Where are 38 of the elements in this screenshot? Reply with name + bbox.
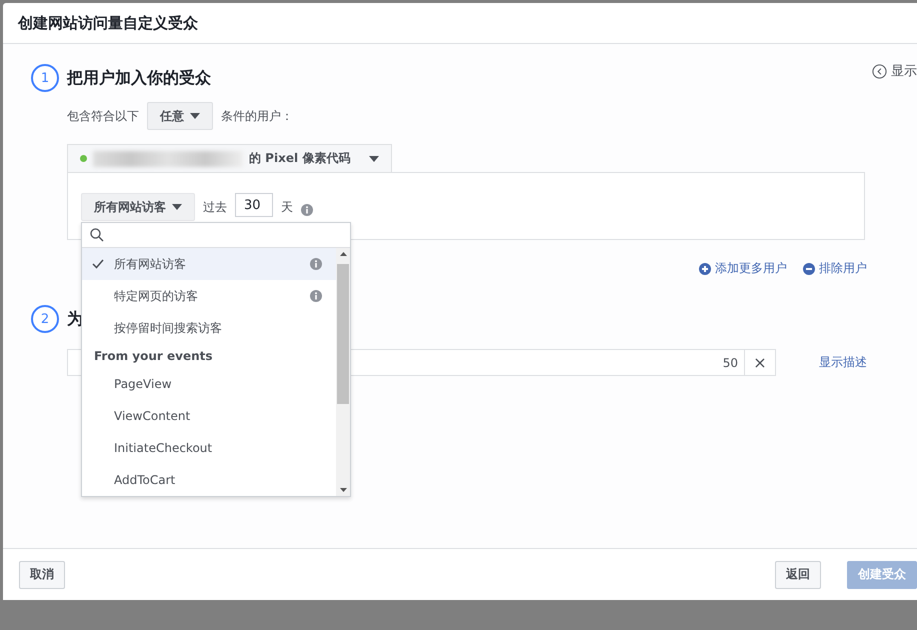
days-unit: 天	[281, 199, 293, 216]
match-select[interactable]: 任意	[147, 102, 213, 130]
scroll-up-icon[interactable]	[340, 252, 346, 256]
group-header: From your events	[93, 348, 214, 365]
caret-icon	[369, 156, 379, 162]
include-label: 包含符合以下	[67, 108, 139, 124]
dropdown-option[interactable]: 所有网站访客	[82, 248, 336, 280]
info-icon	[310, 258, 322, 270]
search-icon	[90, 228, 104, 242]
caret-icon	[190, 113, 200, 119]
info-icon	[301, 204, 313, 216]
exclude-users-link[interactable]: 排除用户	[803, 260, 867, 277]
clear-button[interactable]: ×	[744, 349, 776, 376]
scroll-down-icon[interactable]	[340, 488, 346, 492]
plus-circle-icon	[699, 262, 711, 274]
audience-select[interactable]: 所有网站访客	[81, 193, 195, 221]
character-counter: 50	[722, 356, 738, 370]
dialog-title: 创建网站访问量自定义受众	[18, 14, 198, 32]
add-users-link[interactable]: 添加更多用户	[699, 260, 787, 277]
scrollbar[interactable]	[336, 248, 350, 496]
pixel-select[interactable]: 的 Pixel 像素代码	[67, 144, 392, 172]
show-toggle[interactable]: 显示	[872, 62, 917, 80]
info-icon	[310, 290, 322, 302]
dropdown-option[interactable]: AddToCart	[82, 464, 336, 496]
caret-icon	[172, 204, 182, 210]
step-number: 2	[31, 305, 59, 333]
chevron-circle-icon	[872, 64, 887, 78]
check-icon	[92, 259, 104, 269]
past-label: 过去	[203, 199, 227, 216]
step-title: 把用户加入你的受众	[67, 68, 211, 88]
status-dot	[80, 155, 87, 162]
include-suffix: 条件的用户：	[221, 108, 293, 124]
step-number: 1	[31, 64, 59, 92]
minus-circle-icon	[803, 262, 815, 274]
days-field[interactable]: 30	[235, 193, 273, 217]
back-button[interactable]: 返回	[775, 560, 821, 588]
show-description-link[interactable]: 显示描述	[819, 354, 867, 371]
cancel-button[interactable]: 取消	[19, 560, 65, 588]
